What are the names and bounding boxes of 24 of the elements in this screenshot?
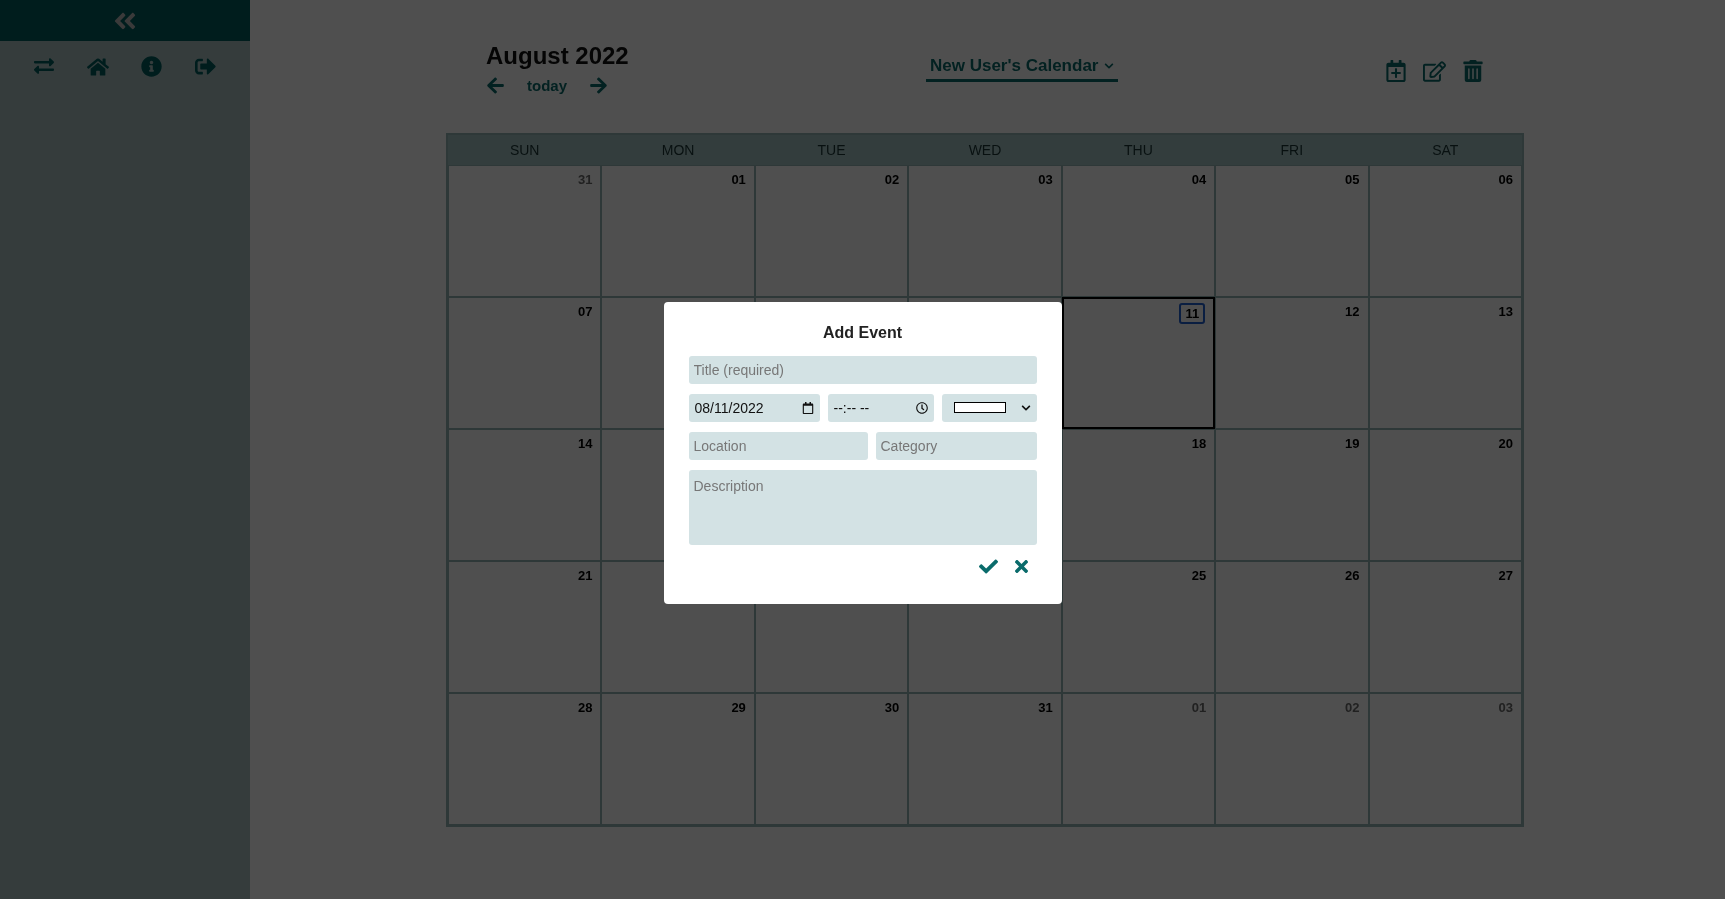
day-number: 25: [1191, 568, 1207, 583]
day-number: 26: [1345, 568, 1360, 583]
day-number: 13: [1498, 304, 1513, 319]
day-number: 31: [1038, 700, 1053, 715]
day-number: 28: [577, 700, 593, 715]
day-number: 12: [1345, 304, 1360, 319]
day-number: 04: [1191, 172, 1207, 187]
month-title: August 2022: [486, 42, 630, 70]
day-number: 14: [577, 436, 593, 451]
day-number: 19: [1345, 436, 1360, 451]
day-number: 21: [577, 568, 593, 583]
day-number: 06: [1498, 172, 1513, 187]
day-number: 30: [884, 700, 900, 715]
day-number: 18: [1191, 436, 1207, 451]
day-number: 02: [884, 172, 900, 187]
day-number: 07: [577, 304, 593, 319]
dialog-title: Add Event: [821, 323, 904, 342]
day-number: 05: [1345, 172, 1360, 187]
day-number: 20: [1498, 436, 1513, 451]
day-number: 11: [1179, 303, 1206, 324]
day-number: 27: [1498, 568, 1513, 583]
day-number: 03: [1038, 172, 1053, 187]
day-number: 29: [731, 700, 746, 715]
day-number: 01: [731, 172, 746, 187]
